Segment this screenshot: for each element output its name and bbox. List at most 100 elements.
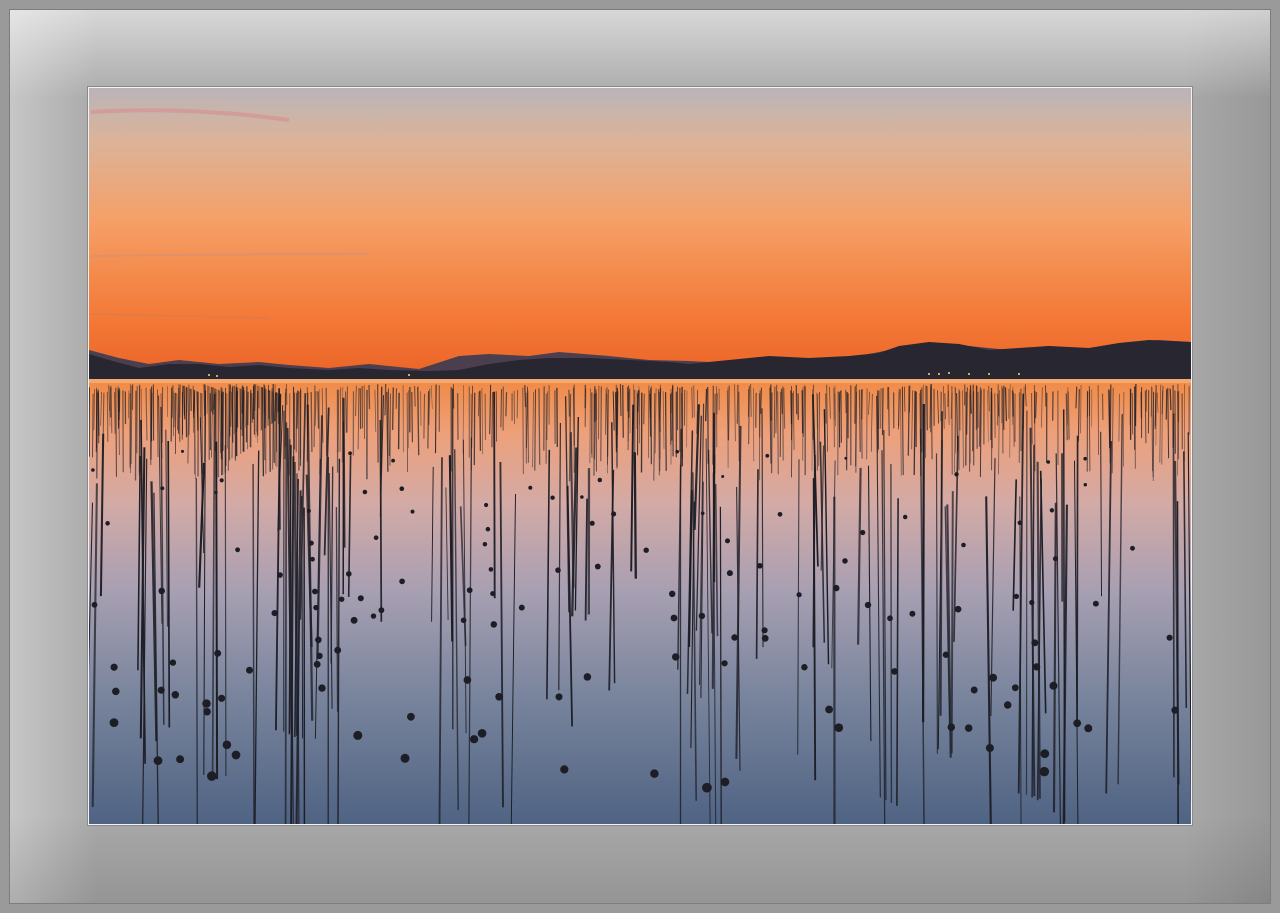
float-buoy — [378, 607, 385, 614]
float-buoy — [668, 590, 676, 598]
float-buoy — [761, 627, 768, 634]
float-buoy — [1029, 599, 1035, 606]
outer-frame — [0, 0, 1280, 913]
reed-pole — [693, 385, 695, 418]
reed-pole — [479, 390, 482, 451]
float-buoy — [1073, 719, 1082, 728]
reed-pole — [229, 384, 231, 437]
reed-pole — [156, 389, 159, 458]
reed-pole — [1169, 388, 1172, 411]
float-buoy — [362, 489, 368, 495]
float-buoy — [964, 724, 973, 732]
reed-pole — [491, 392, 494, 448]
reed-pole — [705, 388, 708, 422]
float-buoy — [490, 591, 496, 597]
reed-pole — [115, 387, 117, 477]
reed-pole — [379, 419, 383, 622]
reed-pole — [325, 387, 328, 456]
float-buoy — [490, 621, 498, 628]
reed-pole — [313, 385, 316, 448]
reed-pole — [1118, 393, 1120, 442]
reed-pole — [268, 390, 271, 472]
float-buoy — [726, 570, 733, 577]
float-buoy — [902, 514, 908, 520]
float-buoy — [1084, 724, 1093, 733]
float-buoy — [160, 486, 165, 491]
float-buoy — [153, 756, 163, 765]
reed-pole — [505, 392, 508, 417]
float-buoy — [825, 705, 834, 714]
reed-pole — [201, 393, 203, 475]
reed-pole — [622, 384, 624, 438]
reed-pole — [538, 388, 541, 465]
reed-pole — [384, 383, 387, 416]
reed-pole — [921, 403, 925, 723]
float-buoy — [373, 535, 379, 541]
float-buoy — [555, 693, 563, 701]
sky — [89, 88, 1191, 380]
reed-pole — [944, 393, 946, 420]
reed-pole — [500, 389, 502, 428]
reed-pole — [890, 464, 893, 803]
float-buoy — [1083, 456, 1088, 461]
reed-pole — [776, 391, 779, 475]
float-buoy — [796, 592, 802, 598]
float-buoy — [91, 468, 95, 472]
float-buoy — [528, 485, 533, 490]
float-buoy — [560, 765, 569, 774]
reed-pole — [1144, 390, 1147, 444]
reed-pole — [423, 393, 426, 439]
float-buoy — [842, 558, 848, 564]
reed-pole — [584, 388, 587, 427]
reed-pole — [858, 389, 861, 452]
float-buoy — [180, 449, 185, 453]
float-buoy — [310, 556, 315, 562]
float-buoy — [580, 495, 584, 499]
float-buoy — [675, 449, 679, 454]
float-buoy — [157, 686, 165, 694]
float-buoy — [860, 529, 866, 536]
reed-pole — [495, 391, 498, 442]
float-buoy — [1040, 749, 1050, 759]
float-buoy — [1166, 634, 1173, 641]
float-buoy — [158, 587, 165, 595]
reed-pole — [990, 391, 992, 440]
float-buoy — [757, 562, 763, 569]
float-buoy — [954, 605, 962, 613]
reed-pole — [600, 386, 602, 462]
float-buoy — [231, 750, 241, 760]
reed-pole — [252, 463, 255, 824]
reed-pole — [877, 390, 879, 450]
float-buoy — [947, 723, 956, 731]
float-buoy — [721, 660, 728, 667]
float-buoy — [1052, 556, 1059, 562]
float-buoy — [315, 636, 322, 644]
float-buoy — [214, 490, 218, 495]
reed-pole — [546, 391, 548, 441]
reed-pole — [296, 390, 299, 429]
float-buoy — [550, 495, 555, 500]
reed-pole — [711, 454, 716, 689]
float-buoy — [1003, 701, 1012, 709]
reed-pole — [346, 386, 349, 433]
horizon-glow — [89, 379, 1191, 383]
reed-pole — [176, 393, 178, 431]
float-buoy — [700, 511, 705, 516]
float-buoy — [407, 712, 415, 721]
float-buoy — [399, 486, 405, 492]
reed-pole — [397, 392, 400, 450]
float-buoy — [777, 511, 783, 517]
reed-pole — [195, 478, 199, 824]
reed-pole — [253, 384, 256, 411]
reed-pole — [226, 393, 228, 449]
float-buoy — [698, 612, 706, 620]
reed-pole — [527, 390, 529, 463]
float-buoy — [672, 653, 680, 661]
reed-pole — [96, 392, 99, 479]
float-buoy — [271, 609, 278, 617]
reed-pole — [92, 393, 94, 458]
reed-pole — [317, 391, 320, 429]
reed-pole — [845, 389, 847, 414]
float-buoy — [222, 740, 232, 750]
reed-pole — [391, 387, 394, 431]
